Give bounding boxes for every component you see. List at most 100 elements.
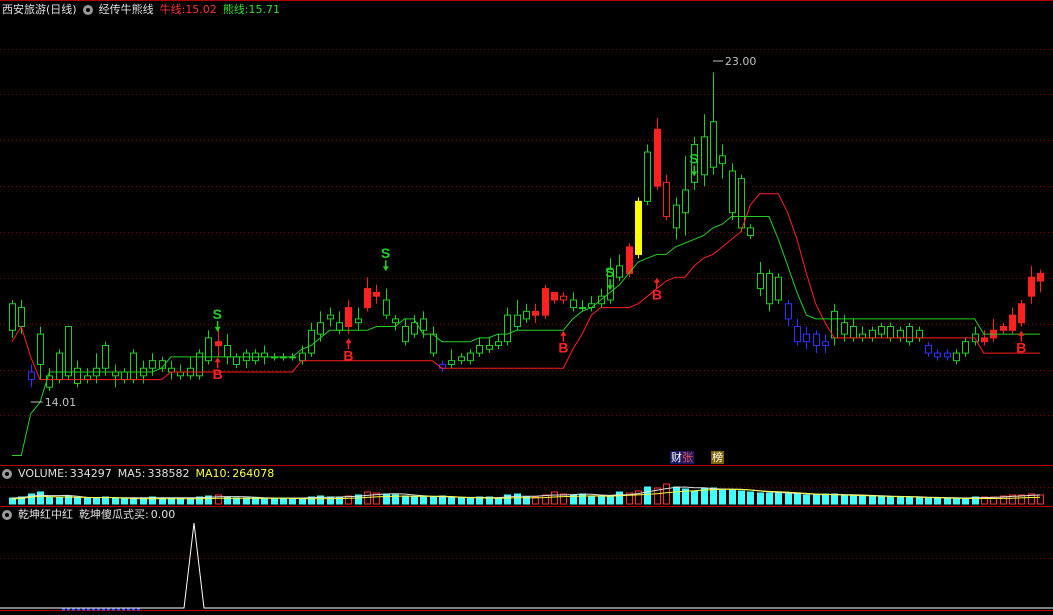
- buy-arrow-icon: [560, 330, 567, 336]
- volume-bar: [84, 497, 91, 505]
- candle-body: [112, 371, 119, 377]
- candle-body: [747, 227, 754, 236]
- volume-bar: [607, 495, 614, 505]
- volume-bar: [1037, 494, 1044, 505]
- candle-body: [523, 310, 530, 320]
- volume-bar: [102, 496, 109, 505]
- volume-bar: [747, 491, 754, 505]
- candle-body: [439, 363, 446, 369]
- candle-body: [299, 352, 306, 362]
- volume-bar: [345, 495, 352, 505]
- sell-signal-label: S: [605, 264, 614, 280]
- candle-body: [261, 352, 268, 358]
- volume-bar: [831, 493, 838, 505]
- volume-bar: [710, 487, 717, 505]
- volume-bar: [878, 495, 885, 505]
- candle-body: [532, 310, 539, 316]
- candle-body: [1000, 326, 1007, 331]
- volume-bar: [934, 497, 941, 505]
- candle-body: [962, 341, 969, 354]
- candle-body: [579, 307, 586, 310]
- candle-body: [953, 352, 960, 362]
- candle-body: [383, 299, 390, 316]
- candle-body: [514, 314, 521, 328]
- sell-arrow-icon: [214, 326, 221, 332]
- candle-body: [916, 329, 923, 339]
- candle-body: [130, 352, 137, 381]
- candle-body: [215, 341, 222, 346]
- bear-line: [12, 216, 1040, 456]
- volume-bar: [897, 496, 904, 505]
- candle-body: [906, 326, 913, 343]
- buy-signal-label: B: [558, 340, 568, 356]
- buy-arrow-icon: [653, 277, 660, 283]
- candle-body: [682, 189, 689, 214]
- volume-bar: [430, 496, 437, 505]
- volume-bar: [243, 497, 250, 505]
- volume-bar: [598, 495, 605, 505]
- volume-bar: [775, 492, 782, 505]
- candle-body: [411, 322, 418, 335]
- buy-arrow-icon: [214, 357, 221, 363]
- candle-body: [775, 276, 782, 301]
- volume-bar: [803, 494, 810, 505]
- candle-body: [18, 307, 25, 328]
- candle-body: [869, 329, 876, 339]
- volume-bar: [673, 486, 680, 505]
- candle-body: [803, 333, 810, 343]
- candle-body: [551, 291, 558, 301]
- volume-bar: [916, 496, 923, 505]
- volume-bar: [925, 497, 932, 505]
- buy-signal-label: B: [343, 347, 353, 363]
- candle-body: [308, 329, 315, 354]
- candle-body: [887, 326, 894, 339]
- candle-body: [729, 170, 736, 214]
- volume-bar: [588, 495, 595, 505]
- candle-body: [504, 314, 511, 343]
- candle-body: [495, 341, 502, 346]
- candle-body: [336, 322, 343, 331]
- candle-body: [448, 360, 455, 365]
- chart-window: { "header": { "stock_name": "西安旅游(日线)", …: [0, 0, 1053, 615]
- candle-body: [1028, 276, 1035, 297]
- volume-bar: [448, 497, 455, 505]
- volume-bar: [271, 497, 278, 505]
- candle-body: [373, 291, 380, 297]
- buy-arrow-icon: [345, 338, 352, 344]
- candle-body: [65, 326, 72, 377]
- volume-bar: [663, 483, 670, 505]
- volume-bar: [738, 490, 745, 505]
- candle-body: [616, 265, 623, 278]
- sell-signal-label: S: [689, 150, 698, 166]
- sell-arrow-icon: [382, 266, 389, 272]
- candle-body: [934, 352, 941, 358]
- volume-bar: [261, 497, 268, 505]
- candle-body: [9, 303, 16, 331]
- volume-bar: [458, 497, 465, 505]
- candle-body: [542, 288, 549, 316]
- buy-signal-label: B: [213, 366, 223, 382]
- buy-signal-label: B: [1016, 340, 1026, 356]
- candle-body: [402, 326, 409, 343]
- candle-body: [981, 337, 988, 343]
- volume-bar: [402, 495, 409, 505]
- volume-bar: [233, 497, 240, 505]
- candle-body: [233, 356, 240, 365]
- candle-body: [757, 272, 764, 290]
- buy-arrow-icon: [1018, 330, 1025, 336]
- chart-canvas[interactable]: B S B S B S B S B 23.00 14.01: [0, 0, 1053, 615]
- volume-bar: [551, 491, 558, 505]
- volume-bar: [729, 489, 736, 505]
- candle-body: [944, 352, 951, 358]
- candle-body: [364, 288, 371, 309]
- candle-body: [224, 344, 231, 358]
- volume-bar: [906, 496, 913, 505]
- volume-bar: [766, 492, 773, 505]
- candle-body: [560, 295, 567, 301]
- candle-body: [121, 371, 128, 381]
- volume-bar: [542, 494, 549, 505]
- candle-body: [719, 155, 726, 164]
- candle-body: [392, 318, 399, 324]
- volume-bar: [56, 497, 63, 505]
- candle-body: [635, 200, 642, 255]
